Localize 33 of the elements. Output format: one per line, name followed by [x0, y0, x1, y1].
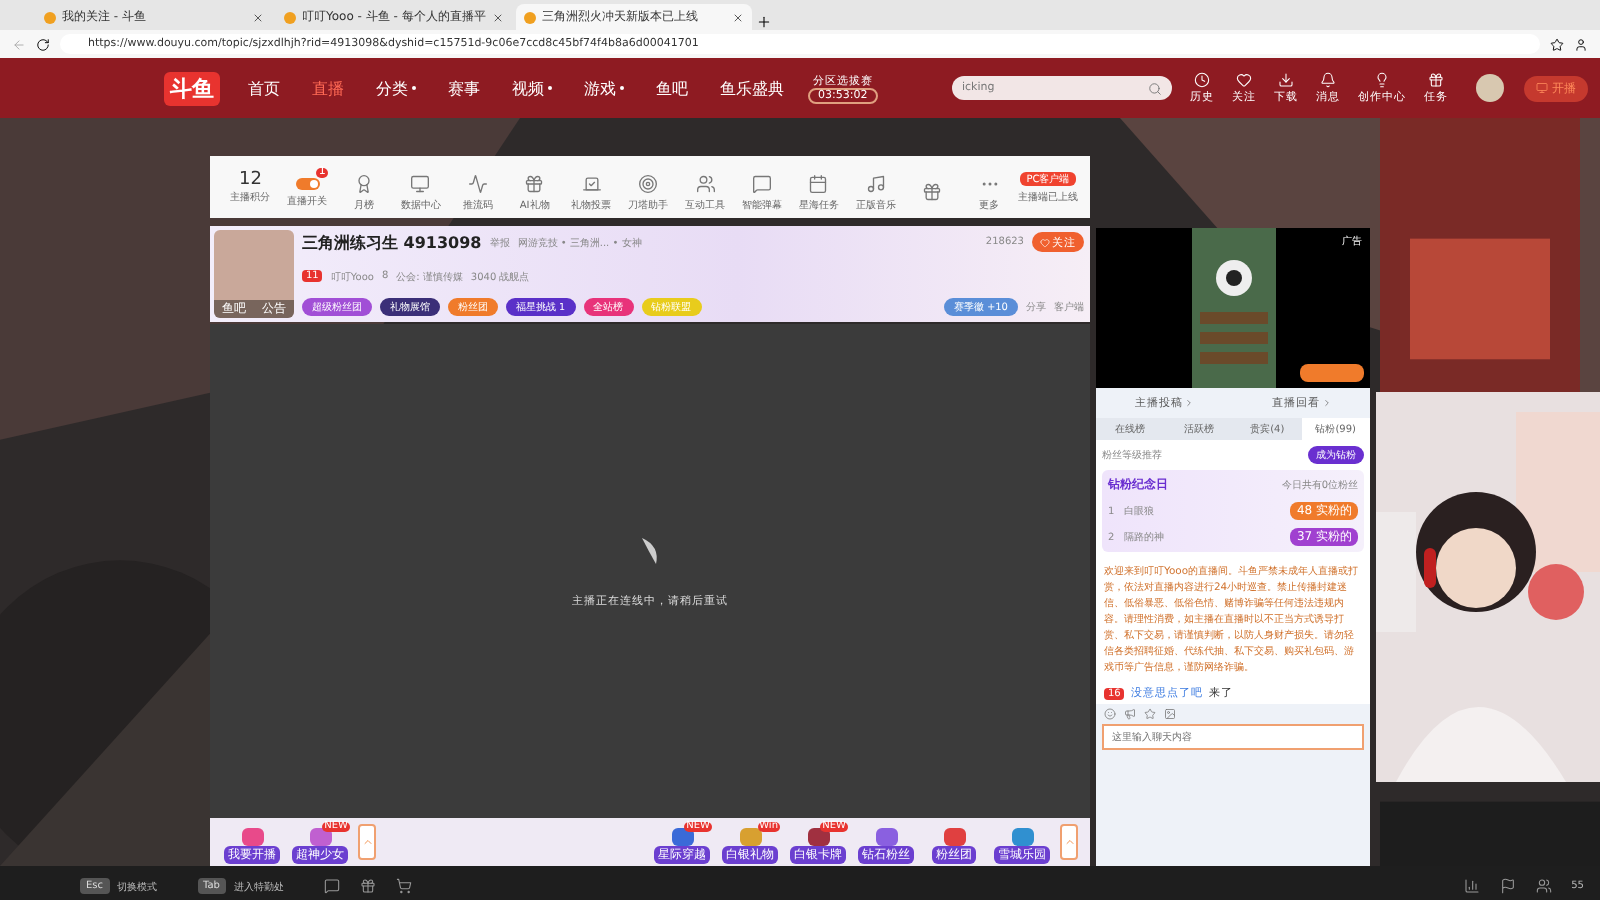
message-icon	[323, 878, 340, 894]
site-icon	[524, 11, 536, 23]
close-icon	[492, 11, 504, 23]
nav-link[interactable]: 赛事	[432, 77, 496, 99]
nav-link[interactable]: 首页	[232, 77, 296, 99]
nav-link[interactable]: 视频	[496, 77, 568, 99]
back-icon	[12, 37, 26, 51]
cart-icon	[395, 878, 412, 894]
heart-icon	[1236, 72, 1252, 88]
nav-link[interactable]: 分类	[360, 77, 432, 99]
close-icon	[252, 11, 264, 23]
lightbulb-icon	[1374, 72, 1390, 88]
search-icon	[1148, 81, 1162, 95]
new-tab-icon	[756, 14, 772, 30]
site-icon	[284, 11, 296, 23]
favorite-icon	[1550, 37, 1564, 51]
site-logo[interactable]: 斗鱼	[164, 71, 220, 105]
download-icon	[1278, 72, 1294, 88]
chart-icon	[1463, 878, 1480, 894]
reload-icon	[36, 37, 50, 51]
nav-link[interactable]: 鱼乐盛典	[704, 77, 800, 99]
nav-link[interactable]: 鱼吧	[640, 77, 704, 99]
profile-icon	[1574, 37, 1588, 51]
clock-icon	[1194, 72, 1210, 88]
site-icon	[44, 11, 56, 23]
bell-icon	[1320, 72, 1336, 88]
flag-icon	[1499, 878, 1516, 894]
camera-icon	[1536, 82, 1548, 94]
people-icon	[1535, 878, 1552, 894]
user-avatar[interactable]	[1476, 74, 1504, 102]
nav-link[interactable]: 游戏	[568, 77, 640, 99]
close-icon	[732, 11, 744, 23]
nav-link[interactable]: 直播	[296, 77, 360, 99]
